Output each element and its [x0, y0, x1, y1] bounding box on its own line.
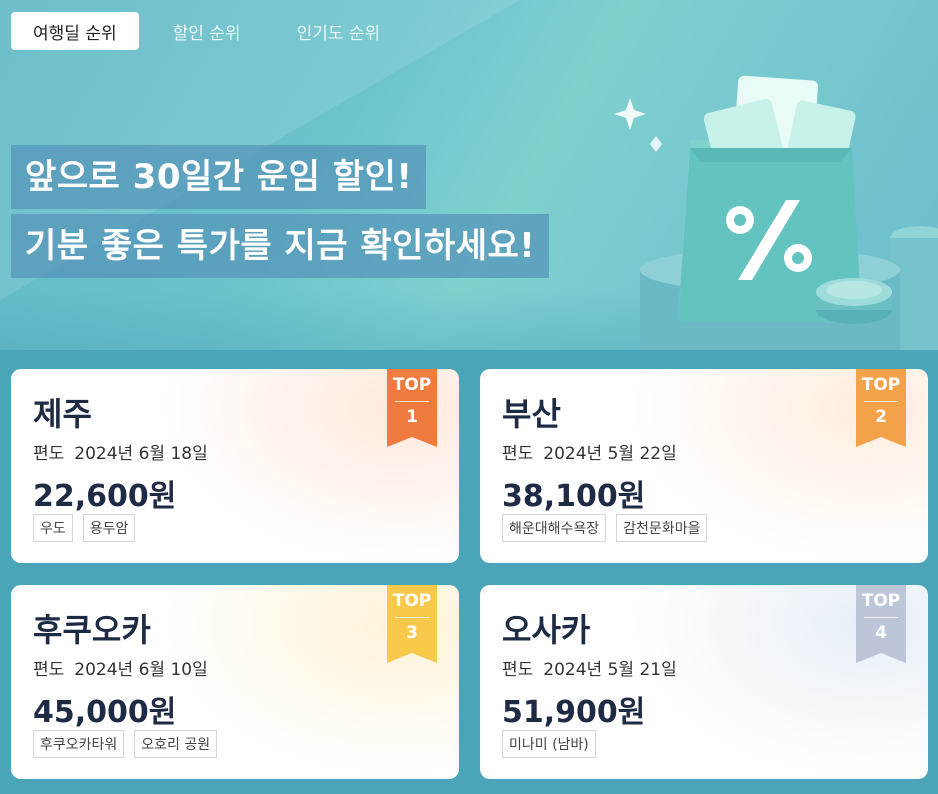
attraction-tag: 우도	[33, 514, 73, 542]
attraction-tag: 용두암	[82, 514, 136, 542]
destination-name: 오사카	[502, 611, 591, 649]
attraction-tag: 미나미 (남바)	[502, 730, 596, 758]
hero-banner: 여행딜 순위 할인 순위 인기도 순위 앞으로 30일간 운임 할인! 기분 좋…	[0, 0, 938, 350]
rank-badge: TOP 2	[861, 375, 901, 427]
attraction-tag: 오호리 공원	[134, 730, 218, 758]
destination-name: 후쿠오카	[33, 611, 151, 649]
destination-name: 부산	[502, 395, 561, 433]
shopping-bag-illustration	[614, 75, 938, 350]
tab-travel-deal-rank[interactable]: 여행딜 순위	[11, 12, 139, 50]
attraction-tags: 후쿠오카타워 오호리 공원	[33, 730, 227, 758]
fare-price: 38,100원	[502, 479, 646, 514]
destination-name: 제주	[33, 395, 92, 433]
deal-card-busan[interactable]: TOP 2 부산 편도 2024년 5월 22일 38,100원 해운대해수욕장 …	[480, 369, 928, 563]
attraction-tag: 해운대해수욕장	[502, 514, 607, 542]
deal-card-list: TOP 1 제주 편도 2024년 6월 18일 22,600원 우도 용두암 T…	[0, 350, 938, 794]
hero-headline-1: 앞으로 30일간 운임 할인!	[11, 145, 427, 209]
ranking-tabs: 여행딜 순위 할인 순위 인기도 순위	[11, 12, 414, 50]
rank-badge: TOP 4	[861, 591, 901, 643]
departure-date: 편도 2024년 6월 10일	[33, 660, 208, 680]
deal-card-fukuoka[interactable]: TOP 3 후쿠오카 편도 2024년 6월 10일 45,000원 후쿠오카타워…	[11, 585, 459, 779]
tab-discount-rank[interactable]: 할인 순위	[151, 12, 263, 50]
attraction-tags: 미나미 (남바)	[502, 730, 606, 758]
rank-badge: TOP 1	[392, 375, 432, 427]
attraction-tag: 감천문화마을	[616, 514, 708, 542]
rank-badge: TOP 3	[392, 591, 432, 643]
departure-date: 편도 2024년 5월 21일	[502, 660, 677, 680]
fare-price: 51,900원	[502, 695, 646, 730]
deal-card-jeju[interactable]: TOP 1 제주 편도 2024년 6월 18일 22,600원 우도 용두암	[11, 369, 459, 563]
departure-date: 편도 2024년 6월 18일	[33, 444, 208, 464]
fare-price: 22,600원	[33, 479, 177, 514]
attraction-tags: 우도 용두암	[33, 514, 145, 542]
attraction-tag: 후쿠오카타워	[33, 730, 125, 758]
tab-popularity-rank[interactable]: 인기도 순위	[275, 12, 403, 50]
departure-date: 편도 2024년 5월 22일	[502, 444, 677, 464]
deal-card-osaka[interactable]: TOP 4 오사카 편도 2024년 5월 21일 51,900원 미나미 (남바…	[480, 585, 928, 779]
fare-price: 45,000원	[33, 695, 177, 730]
attraction-tags: 해운대해수욕장 감천문화마을	[502, 514, 717, 542]
hero-headline-2: 기분 좋은 특가를 지금 확인하세요!	[11, 214, 550, 278]
